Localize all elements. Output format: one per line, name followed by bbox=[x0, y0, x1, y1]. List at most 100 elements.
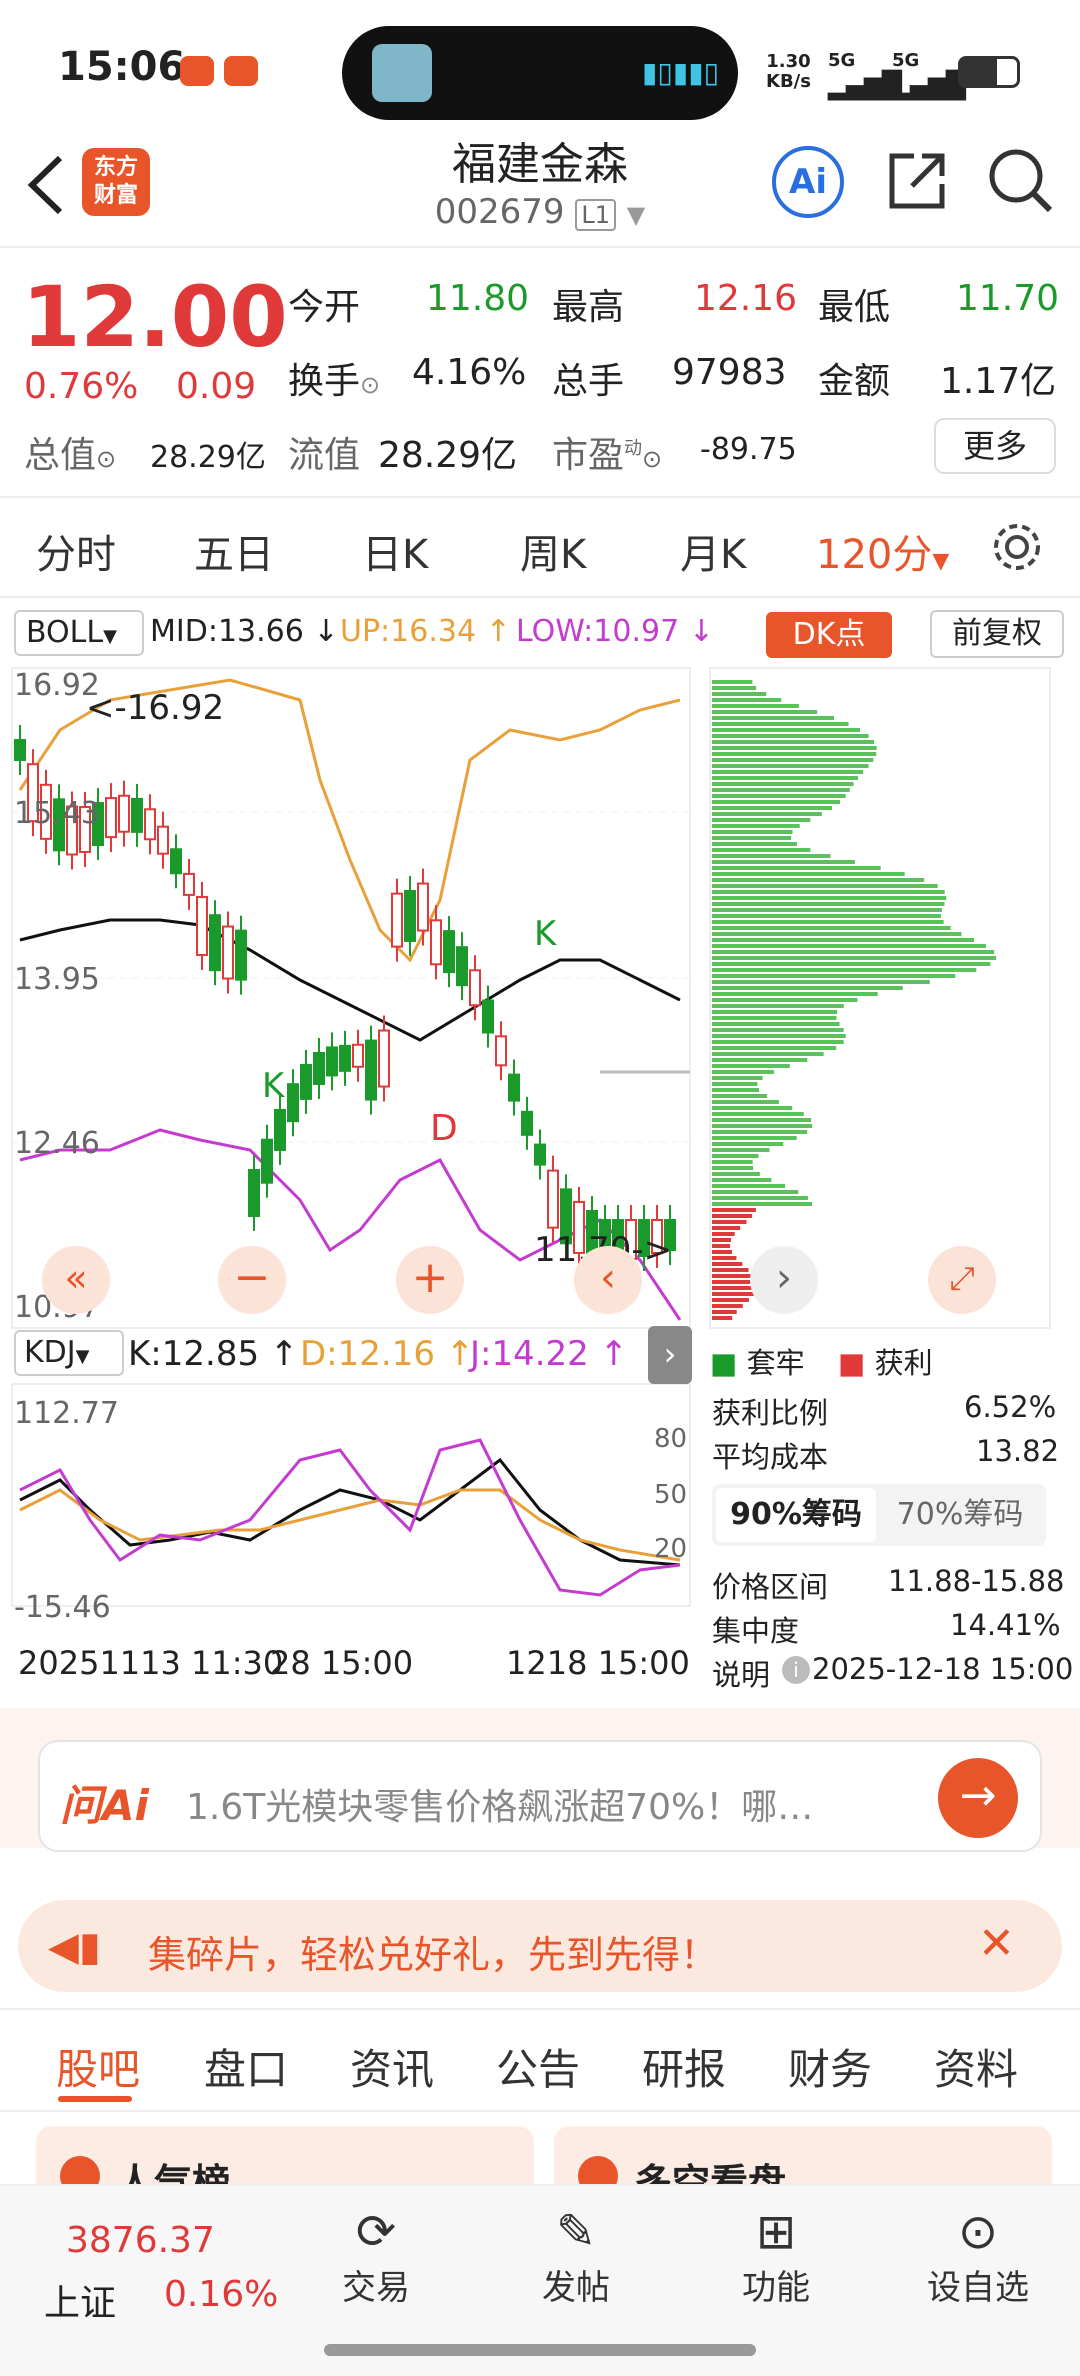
ai-go-arrow-icon[interactable]: → bbox=[938, 1758, 1018, 1838]
low-value: 11.70 bbox=[956, 278, 1060, 319]
nav-post[interactable]: ✎ 发帖 bbox=[506, 2204, 646, 2309]
current-price: 12.00 bbox=[22, 268, 288, 366]
fullscreen-icon[interactable]: ⤢ bbox=[928, 1246, 996, 1314]
chip-bar bbox=[712, 920, 944, 924]
tab-profile[interactable]: 资料 bbox=[934, 2036, 1018, 2097]
chip-bar bbox=[712, 704, 799, 708]
status-bar: 15:06 ▮▯▮▮▯ 1.30 KB/s 5G ▂▄▆█ 5G ▂▄▆█ bbox=[0, 0, 1080, 140]
chip-bar bbox=[712, 1226, 741, 1230]
tab-daily-k[interactable]: 日K bbox=[362, 522, 428, 580]
profit-ratio-label: 获利比例 bbox=[712, 1396, 829, 1430]
chip-bar bbox=[712, 1232, 735, 1236]
chip-bar bbox=[712, 992, 878, 996]
tab-guba[interactable]: 股吧 bbox=[56, 2036, 140, 2097]
chip-bar bbox=[712, 1184, 786, 1188]
promo-banner[interactable]: ◀▮ 集碎片，轻松兑好礼，先到先得！ ✕ bbox=[18, 1900, 1062, 1992]
ai-question-bar[interactable]: 问Ai 1.6T光模块零售价格飙涨超70%！哪… → bbox=[38, 1740, 1042, 1852]
chip-bar bbox=[712, 812, 822, 816]
zoom-out-button[interactable]: − bbox=[218, 1246, 286, 1314]
header-divider bbox=[0, 246, 1080, 248]
scroll-left-button[interactable]: « bbox=[42, 1246, 110, 1314]
network-speed: 1.30 KB/s bbox=[766, 51, 811, 92]
chip-bar bbox=[712, 1118, 812, 1122]
candle-body bbox=[365, 1039, 377, 1101]
chip-bar bbox=[712, 824, 800, 828]
total-mv-label[interactable]: 总值⊙ bbox=[24, 426, 116, 478]
avg-cost-value: 13.82 bbox=[976, 1434, 1060, 1468]
pe-label[interactable]: 市盈动⊙ bbox=[552, 426, 662, 478]
dk-point-button[interactable]: DK点 bbox=[766, 612, 892, 658]
zoom-in-button[interactable]: + bbox=[396, 1246, 464, 1314]
candle-body bbox=[261, 1138, 273, 1184]
market-badge: L1 bbox=[575, 199, 616, 231]
axis-label: 12.46 bbox=[14, 1126, 100, 1161]
ai-button[interactable]: Ai bbox=[772, 146, 844, 218]
close-icon[interactable]: ✕ bbox=[978, 1918, 1015, 1969]
chip-bar bbox=[712, 818, 811, 822]
tab-chip-90[interactable]: 90%筹码 bbox=[716, 1488, 876, 1542]
low-label: 最低 bbox=[818, 287, 891, 328]
kdj-20: 20 bbox=[654, 1534, 688, 1564]
index-widget[interactable]: 3876.37 上证 0.16% bbox=[44, 2216, 290, 2336]
nav-functions[interactable]: ⊞ 功能 bbox=[706, 2204, 846, 2309]
more-button[interactable]: 更多 bbox=[934, 418, 1056, 474]
k-signal: K bbox=[534, 914, 557, 954]
tab-news[interactable]: 资讯 bbox=[350, 2036, 434, 2097]
indicator-select-kdj[interactable]: KDJ▼ bbox=[14, 1330, 124, 1376]
turnover-label[interactable]: 换手⊙ bbox=[288, 352, 380, 404]
chip-bar bbox=[712, 1202, 812, 1206]
chip-bar bbox=[712, 1208, 756, 1212]
candle-body bbox=[482, 999, 494, 1034]
search-icon[interactable] bbox=[986, 146, 1056, 216]
chip-bar bbox=[712, 1052, 824, 1056]
candle-body bbox=[352, 1043, 364, 1068]
chip-bar bbox=[712, 716, 835, 720]
chip-bar bbox=[712, 1058, 808, 1062]
step-right-button[interactable]: › bbox=[750, 1246, 818, 1314]
kdj-d-line bbox=[19, 1488, 681, 1562]
chip-bar bbox=[712, 680, 753, 684]
info-icon[interactable]: i bbox=[782, 1656, 810, 1684]
chip-bar bbox=[712, 1142, 784, 1146]
candle-body bbox=[248, 1169, 260, 1218]
chevron-down-icon: ▼ bbox=[626, 201, 646, 229]
nav-add-watchlist[interactable]: ⊙ 设自选 bbox=[908, 2204, 1048, 2309]
tab-announcements[interactable]: 公告 bbox=[496, 2036, 580, 2097]
tab-weekly-k[interactable]: 周K bbox=[520, 522, 586, 580]
chip-bar bbox=[712, 1274, 754, 1278]
indicator-select-boll[interactable]: BOLL▼ bbox=[14, 610, 144, 656]
quote-divider bbox=[0, 496, 1080, 498]
chip-bar bbox=[712, 1304, 743, 1308]
chip-bar bbox=[712, 956, 997, 960]
kdj-j-line bbox=[19, 1438, 681, 1597]
chip-bar bbox=[712, 884, 938, 888]
chip-bar bbox=[712, 1178, 772, 1182]
tab-monthly-k[interactable]: 月K bbox=[680, 522, 746, 580]
chip-bar bbox=[712, 842, 797, 846]
chip-bar bbox=[712, 1214, 753, 1218]
edit-icon: ✎ bbox=[555, 2204, 597, 2260]
tab-finance[interactable]: 财务 bbox=[788, 2036, 872, 2097]
tab-pankou[interactable]: 盘口 bbox=[204, 2036, 288, 2097]
share-icon[interactable] bbox=[884, 148, 950, 214]
tab-five-day[interactable]: 五日 bbox=[194, 522, 274, 580]
chip-bar bbox=[712, 722, 849, 726]
tab-chip-70[interactable]: 70%筹码 bbox=[880, 1488, 1040, 1542]
tab-research[interactable]: 研报 bbox=[642, 2036, 726, 2097]
more-dots-icon: ⊙ bbox=[957, 2204, 999, 2260]
chip-bar bbox=[712, 686, 757, 690]
chip-bar bbox=[712, 830, 793, 834]
adjust-button[interactable]: 前复权 bbox=[930, 610, 1064, 658]
chip-bar bbox=[712, 1064, 790, 1068]
chip-bar bbox=[712, 1010, 838, 1014]
note-time: 2025-12-18 15:00 bbox=[812, 1652, 1074, 1686]
candle-body bbox=[14, 739, 26, 761]
tab-intraday[interactable]: 分时 bbox=[36, 522, 116, 580]
kdj-80: 80 bbox=[654, 1424, 688, 1454]
nav-trade[interactable]: ⟳ 交易 bbox=[306, 2204, 446, 2309]
settings-gear-icon[interactable] bbox=[990, 520, 1044, 574]
expand-chip-button[interactable]: › bbox=[648, 1326, 692, 1384]
index-pct: 0.16% bbox=[164, 2274, 279, 2315]
step-left-button[interactable]: ‹ bbox=[574, 1246, 642, 1314]
tab-120min[interactable]: 120分▼ bbox=[816, 522, 949, 580]
